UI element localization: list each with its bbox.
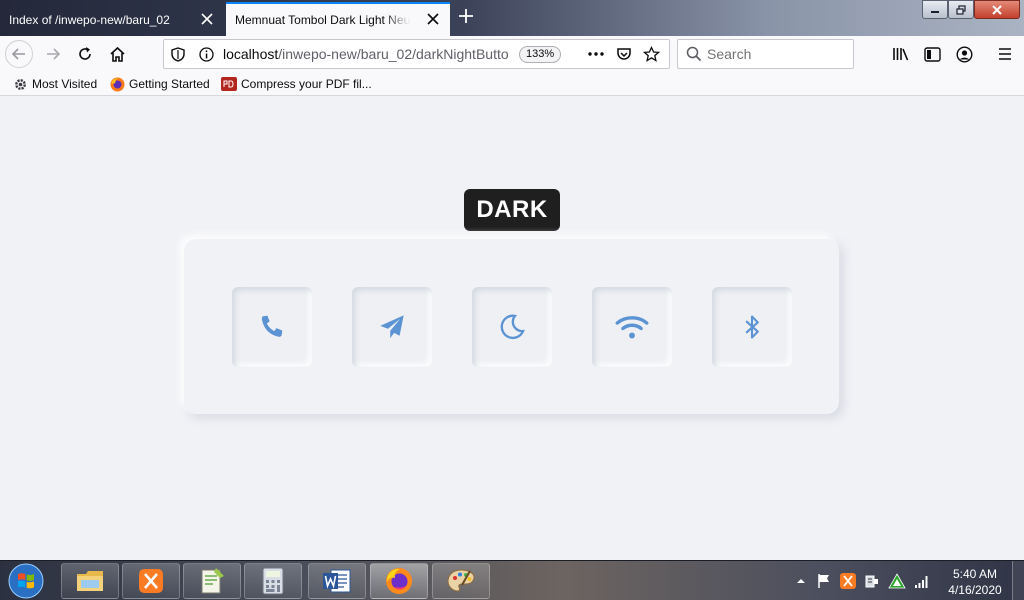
bookmark-star-icon[interactable]	[643, 46, 660, 63]
dark-mode-toggle-button[interactable]: DARK	[464, 189, 560, 231]
tab-label: Index of /inwepo-new/baru_02	[9, 13, 170, 27]
bookmark-label: Getting Started	[129, 77, 210, 91]
search-box[interactable]	[677, 39, 854, 69]
menu-button[interactable]	[994, 43, 1016, 65]
bookmark-compress-pdf[interactable]: Compress your PDF fil...	[221, 76, 372, 92]
more-actions-icon[interactable]	[587, 47, 605, 61]
taskbar-notepad-plus-plus[interactable]	[183, 563, 241, 599]
paper-plane-icon	[380, 315, 404, 339]
bookmarks-toolbar: Most Visited Getting Started Compress yo…	[0, 72, 1024, 96]
taskbar-word[interactable]	[308, 563, 366, 599]
clock-time: 5:40 AM	[952, 567, 998, 581]
library-button[interactable]	[890, 43, 912, 65]
reload-icon	[79, 47, 91, 60]
window-controls	[922, 0, 1020, 20]
search-icon	[686, 46, 702, 62]
hamburger-menu-icon	[999, 48, 1011, 60]
account-icon	[955, 45, 973, 63]
info-icon[interactable]	[199, 47, 214, 62]
pocket-icon[interactable]	[616, 46, 632, 62]
notepad-plus-plus-icon	[201, 568, 224, 594]
show-desktop-button[interactable]	[1012, 561, 1024, 600]
close-window-button[interactable]	[974, 0, 1020, 19]
start-button[interactable]	[4, 563, 48, 599]
windows-taskbar: 5:40 AM 4/16/2020	[0, 560, 1024, 600]
forward-arrow-icon	[47, 48, 61, 60]
account-button[interactable]	[953, 43, 975, 65]
search-input[interactable]	[707, 45, 847, 63]
minimize-icon	[931, 10, 939, 13]
taskbar-xampp[interactable]	[122, 563, 180, 599]
forward-button[interactable]	[42, 43, 64, 65]
taskbar-calculator[interactable]	[244, 563, 302, 599]
bookmark-label: Most Visited	[32, 77, 98, 91]
system-clock[interactable]: 5:40 AM 4/16/2020	[944, 566, 1006, 598]
reload-button[interactable]	[74, 43, 96, 65]
home-icon	[109, 46, 125, 62]
url-host: localhost	[223, 46, 279, 62]
tab-label: Memnuat Tombol Dark Light Neumorphism	[235, 13, 410, 27]
sidebar-button[interactable]	[921, 43, 943, 65]
minimize-button[interactable]	[922, 0, 948, 19]
url-path: /inwepo-new/baru_02/darkNightButton.html	[278, 46, 509, 62]
network-status-icon[interactable]	[888, 573, 906, 589]
clock-date: 4/16/2020	[948, 583, 1002, 597]
send-button[interactable]	[352, 287, 432, 367]
zoom-level-badge[interactable]: 133%	[519, 46, 562, 63]
action-center-flag-icon[interactable]	[816, 573, 832, 589]
url-bar[interactable]: localhost/inwepo-new/baru_02/darkNightBu…	[163, 39, 670, 69]
gear-icon	[12, 76, 28, 92]
taskbar-firefox[interactable]	[370, 563, 428, 599]
plus-icon[interactable]	[456, 6, 476, 26]
close-icon[interactable]	[426, 12, 440, 26]
browser-titlebar: Index of /inwepo-new/baru_02 Memnuat Tom…	[0, 0, 1024, 36]
home-button[interactable]	[106, 43, 128, 65]
shield-icon[interactable]	[171, 47, 185, 62]
xampp-tray-icon[interactable]	[840, 573, 856, 589]
restore-button[interactable]	[948, 0, 974, 19]
moon-button[interactable]	[472, 287, 552, 367]
bookmark-most-visited[interactable]: Most Visited	[12, 76, 97, 92]
windows-start-icon	[8, 563, 44, 599]
phone-icon	[261, 315, 283, 337]
close-icon	[992, 4, 1002, 15]
signal-strength-icon[interactable]	[914, 574, 930, 588]
sidebar-icon	[923, 46, 941, 62]
bluetooth-icon	[745, 315, 759, 339]
tab-active[interactable]: Memnuat Tombol Dark Light Neumorphism	[226, 2, 450, 36]
usb-device-icon[interactable]	[864, 573, 880, 589]
firefox-icon	[386, 568, 412, 594]
bookmark-getting-started[interactable]: Getting Started	[109, 76, 210, 92]
tab-index[interactable]: Index of /inwepo-new/baru_02	[0, 4, 224, 36]
bookmark-label: Compress your PDF fil...	[241, 77, 372, 91]
pdf-icon	[221, 76, 237, 92]
restore-icon	[956, 4, 966, 15]
taskbar-file-explorer[interactable]	[61, 563, 119, 599]
moon-icon	[500, 314, 525, 340]
phone-button[interactable]	[232, 287, 312, 367]
firefox-icon	[109, 76, 125, 92]
taskbar-paint[interactable]	[432, 563, 490, 599]
navigation-toolbar: localhost/inwepo-new/baru_02/darkNightBu…	[0, 36, 1024, 72]
file-explorer-icon	[77, 571, 103, 591]
system-tray	[796, 561, 930, 600]
back-button[interactable]	[5, 40, 33, 68]
page-content: DARK	[0, 97, 1024, 560]
url-text[interactable]: localhost/inwepo-new/baru_02/darkNightBu…	[223, 46, 509, 62]
show-hidden-icons-icon[interactable]	[796, 577, 806, 585]
close-icon[interactable]	[200, 12, 214, 26]
word-icon	[323, 569, 351, 593]
bluetooth-button[interactable]	[712, 287, 792, 367]
wifi-button[interactable]	[592, 287, 672, 367]
paint-icon	[447, 569, 475, 592]
calculator-icon	[262, 567, 284, 595]
xampp-icon	[139, 569, 163, 593]
back-arrow-icon	[11, 48, 25, 60]
library-icon	[893, 48, 909, 61]
neumorphism-panel	[184, 239, 839, 414]
wifi-icon	[615, 316, 649, 339]
